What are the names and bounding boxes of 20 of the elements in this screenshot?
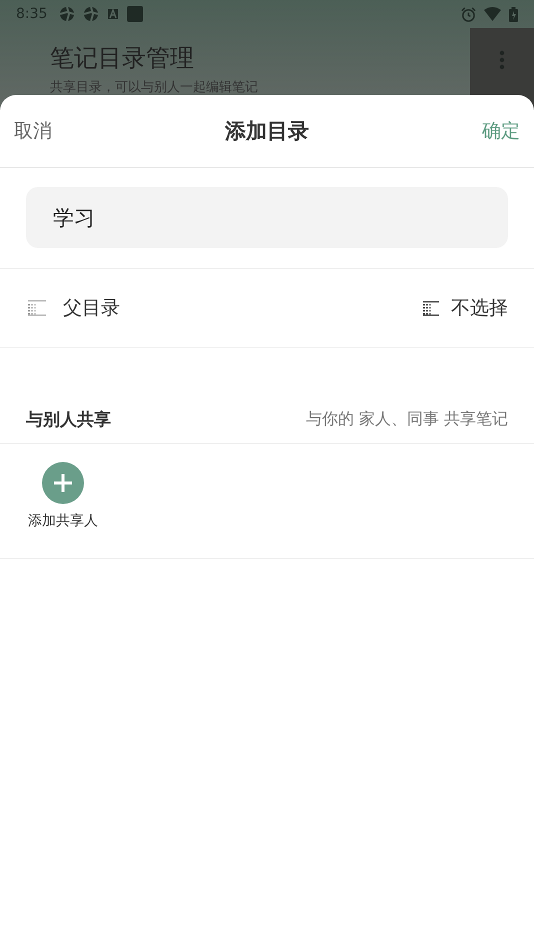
parent-directory-picker[interactable]: 不选择 xyxy=(423,295,508,321)
cancel-button[interactable]: 取消 xyxy=(14,118,52,144)
parent-directory-label: 父目录 xyxy=(63,296,120,321)
share-section-title: 与别人共享 xyxy=(26,408,111,430)
list-icon xyxy=(28,300,46,316)
name-field[interactable]: 学习 xyxy=(26,187,508,248)
page-title: 笔记目录管理 xyxy=(50,43,195,74)
add-icon xyxy=(42,462,84,504)
app-notification-icon xyxy=(59,6,76,22)
share-hint: 与你的 家人、同事 共享笔记 xyxy=(306,408,508,430)
font-icon xyxy=(107,8,120,20)
battery-icon xyxy=(509,6,518,22)
sheet-title: 添加目录 xyxy=(225,118,309,145)
add-sharer-button[interactable]: 添加共享人 xyxy=(28,462,98,530)
app-notification-icon xyxy=(83,6,100,22)
list-icon xyxy=(423,300,439,316)
alarm-icon xyxy=(461,6,476,22)
square-icon xyxy=(127,6,144,22)
wifi-icon xyxy=(484,7,501,21)
more-icon[interactable] xyxy=(499,50,505,70)
